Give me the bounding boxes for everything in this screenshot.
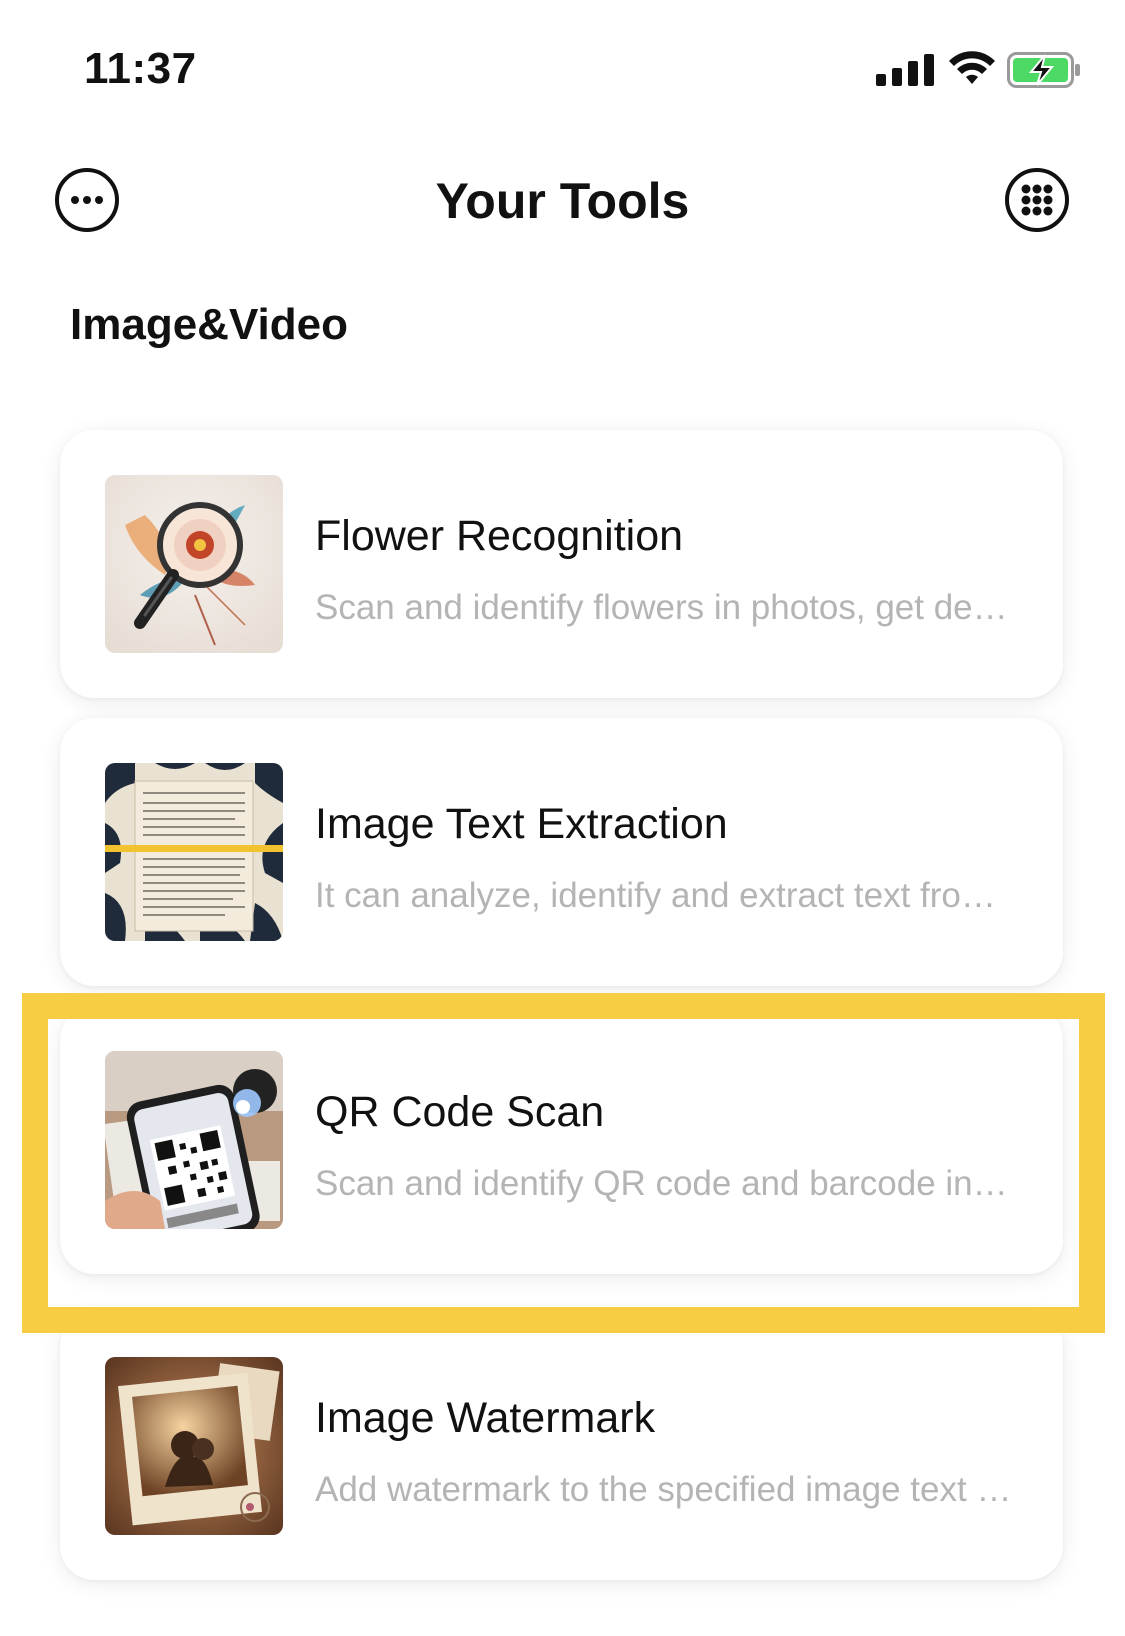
tools-screen: 11:37 Your Tools Image&Video Flower Reco… (0, 0, 1125, 1636)
tool-description: Scan and identify QR code and barcode in… (315, 1164, 1015, 1203)
nav-bar: Your Tools (0, 150, 1125, 250)
qr-phone-thumbnail (105, 1051, 283, 1229)
page-title: Your Tools (435, 173, 690, 229)
tool-card-flower-recognition[interactable]: Flower Recognition Scan and identify flo… (60, 430, 1063, 698)
vintage-photo-thumbnail (105, 1357, 283, 1535)
cellular-signal-icon (876, 54, 934, 86)
grid-apps-button[interactable] (1004, 167, 1070, 233)
tool-card-image-text-extraction[interactable]: Image Text Extraction It can analyze, id… (60, 718, 1063, 986)
wifi-icon (949, 51, 995, 84)
flower-magnifier-thumbnail (105, 475, 283, 653)
tool-title: Flower Recognition (315, 512, 684, 560)
status-bar: 11:37 (0, 0, 1125, 130)
document-scan-thumbnail (105, 763, 283, 941)
tool-card-qr-code-scan[interactable]: QR Code Scan Scan and identify QR code a… (60, 1006, 1063, 1274)
tool-card-image-watermark[interactable]: Image Watermark Add watermark to the spe… (60, 1312, 1063, 1580)
grid-apps-icon (1005, 168, 1069, 232)
tool-title: Image Text Extraction (315, 800, 728, 848)
tool-description: Scan and identify flowers in photos, get… (315, 588, 1015, 627)
status-time: 11:37 (84, 44, 197, 93)
section-title: Image&Video (70, 300, 348, 349)
tool-description: Add watermark to the specified image tex… (315, 1470, 1015, 1509)
tool-description: It can analyze, identify and extract tex… (315, 876, 1015, 915)
tool-title: Image Watermark (315, 1394, 656, 1442)
tool-title: QR Code Scan (315, 1088, 605, 1136)
battery-charging-icon (1007, 52, 1080, 88)
